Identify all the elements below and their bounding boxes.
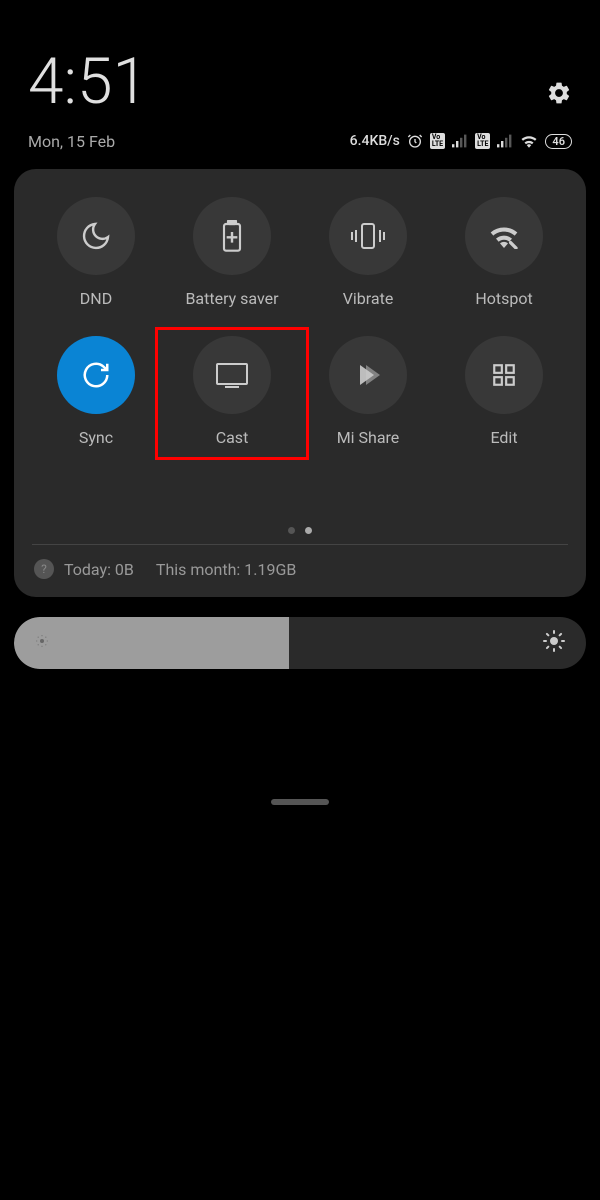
- sun-low-icon: [34, 633, 50, 653]
- battery-plus-icon: [220, 220, 244, 252]
- tile-dnd[interactable]: DND: [32, 197, 160, 308]
- moon-icon: [80, 220, 112, 252]
- dot: [288, 527, 295, 534]
- volte-badge-2: VoLTE: [475, 133, 490, 149]
- nav-handle[interactable]: [271, 799, 329, 805]
- battery-indicator: 46: [545, 134, 572, 149]
- tile-label: Battery saver: [185, 289, 278, 308]
- tile-battery-saver[interactable]: Battery saver: [168, 197, 296, 308]
- sun-high-icon: [542, 629, 566, 657]
- tile-cast[interactable]: Cast: [155, 327, 309, 460]
- brightness-slider[interactable]: [14, 617, 586, 669]
- usage-today: Today: 0B: [64, 560, 134, 579]
- sync-icon: [81, 360, 111, 390]
- network-speed: 6.4KB/s: [350, 133, 400, 149]
- tile-label: Cast: [216, 428, 249, 447]
- clock-date: Mon, 15 Feb: [28, 132, 148, 151]
- page-indicator: [32, 527, 568, 534]
- tile-vibrate[interactable]: Vibrate: [304, 197, 432, 308]
- grid-icon: [491, 362, 517, 388]
- clock-time: 4:51: [28, 50, 148, 114]
- cast-icon: [215, 362, 249, 388]
- tile-label: Vibrate: [343, 289, 394, 308]
- usage-month: This month: 1.19GB: [156, 560, 296, 579]
- data-usage-row[interactable]: ? Today: 0B This month: 1.19GB: [32, 545, 568, 583]
- signal-icon-2: [497, 134, 513, 148]
- tile-mishare[interactable]: Mi Share: [304, 336, 432, 447]
- volte-badge-1: VoLTE: [430, 133, 445, 149]
- mishare-icon: [352, 359, 384, 391]
- wifi-icon: [520, 134, 538, 148]
- vibrate-icon: [350, 222, 386, 250]
- tile-hotspot[interactable]: Hotspot: [440, 197, 568, 308]
- tile-label: DND: [80, 289, 112, 308]
- tile-label: Edit: [490, 428, 517, 447]
- hotspot-icon: [488, 223, 520, 249]
- quick-settings-panel: DND Battery saver Vibrate Hotspot Sync: [14, 169, 586, 597]
- tile-label: Hotspot: [475, 289, 532, 308]
- tile-edit[interactable]: Edit: [440, 336, 568, 447]
- tile-sync[interactable]: Sync: [32, 336, 160, 447]
- brightness-fill: [14, 617, 289, 669]
- gear-icon: [546, 80, 572, 106]
- tile-label: Mi Share: [337, 428, 400, 447]
- signal-icon-1: [452, 134, 468, 148]
- alarm-icon: [407, 133, 423, 149]
- tile-label: Sync: [79, 428, 113, 447]
- dot-active: [305, 527, 312, 534]
- help-icon: ?: [34, 559, 54, 579]
- settings-button[interactable]: [546, 80, 572, 110]
